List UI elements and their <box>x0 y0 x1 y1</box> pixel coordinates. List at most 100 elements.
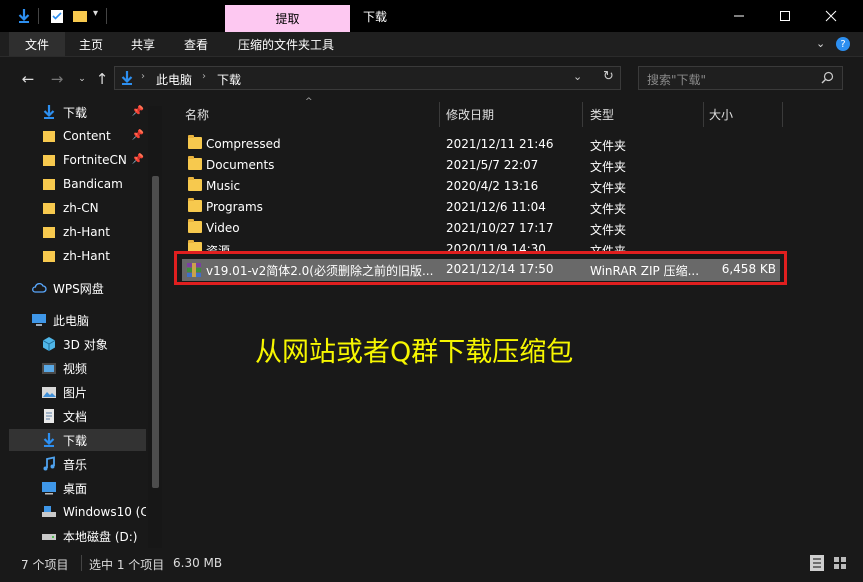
file-date: 2021/12/11 21:46 <box>446 137 554 151</box>
file-date: 2021/12/6 11:04 <box>446 200 546 214</box>
sidebar-item-bandicam[interactable]: Bandicam <box>9 173 146 195</box>
folder-icon <box>43 179 55 190</box>
details-view-icon[interactable] <box>810 555 824 571</box>
status-selected-size: 6.30 MB <box>173 556 223 570</box>
breadcrumb-this-pc[interactable]: 此电脑 <box>156 71 192 88</box>
sidebar-item-music[interactable]: 音乐 <box>9 453 146 475</box>
sidebar-item-label: 下载 <box>63 105 88 120</box>
details-view-lines-icon <box>813 558 821 568</box>
pin-icon: 📌 <box>131 154 144 165</box>
folder-icon <box>188 135 202 149</box>
sidebar-item-zh-hant[interactable]: zh-Hant <box>9 221 146 243</box>
status-selected-count: 选中 1 个项目 <box>89 558 165 572</box>
overlay-caption: 从网站或者Q群下载压缩包 <box>255 337 574 368</box>
refresh-icon[interactable]: ↻ <box>603 69 614 84</box>
large-icons-view-icon[interactable] <box>832 555 848 571</box>
folder-icon <box>43 251 55 262</box>
maximize-button[interactable] <box>762 0 808 32</box>
column-divider[interactable] <box>703 102 704 127</box>
file-date: 2020/4/2 13:16 <box>446 179 539 193</box>
file-type: 文件夹 <box>590 223 627 237</box>
up-arrow-icon[interactable]: ↑ <box>92 70 112 88</box>
file-row-documents[interactable]: Documents 2021/5/7 22:07 文件夹 <box>182 155 782 176</box>
tab-compressed-folder-tools[interactable]: 压缩的文件夹工具 <box>230 32 342 56</box>
file-date: 2021/10/27 17:17 <box>446 221 554 235</box>
search-placeholder[interactable]: 搜索"下载" <box>647 71 706 88</box>
pin-icon: 📌 <box>131 106 144 117</box>
sidebar-item-label: zh-Hant <box>63 249 110 263</box>
cloud-icon <box>32 282 47 293</box>
forward-arrow-icon[interactable]: → <box>47 70 67 88</box>
column-divider[interactable] <box>439 102 440 127</box>
download-icon <box>43 433 55 447</box>
sidebar-item-this-pc[interactable]: 此电脑 <box>9 309 146 331</box>
sidebar-item-label: FortniteCN <box>63 153 127 167</box>
file-row-compressed[interactable]: Compressed 2021/12/11 21:46 文件夹 <box>182 134 782 155</box>
divider <box>38 8 39 24</box>
context-tab-extract[interactable]: 提取 <box>225 5 350 32</box>
column-header-name[interactable]: 名称 <box>185 102 438 127</box>
sidebar-item-downloads-selected[interactable]: 下载 <box>9 429 146 451</box>
recent-locations-chevron-icon[interactable]: ⌄ <box>72 70 92 88</box>
file-type: 文件夹 <box>590 202 627 216</box>
breadcrumb-downloads[interactable]: 下载 <box>217 71 241 88</box>
file-name: Compressed <box>206 137 281 151</box>
sidebar-item-3d-objects[interactable]: 3D 对象 <box>9 333 146 355</box>
minimize-icon <box>734 15 744 17</box>
folder-icon <box>188 156 202 170</box>
sidebar-item-zh-hant-2[interactable]: zh-Hant <box>9 245 146 267</box>
column-header-date[interactable]: 修改日期 <box>446 102 581 127</box>
file-type: 文件夹 <box>590 160 627 174</box>
minimize-button[interactable] <box>716 0 762 32</box>
large-icons-grid-icon <box>834 557 846 569</box>
folder-icon[interactable] <box>72 8 88 24</box>
sidebar-item-fortnitecn[interactable]: FortniteCN 📌 <box>9 149 146 171</box>
sidebar-item-label: 本地磁盘 (D:) <box>63 529 138 544</box>
tab-file[interactable]: 文件 <box>9 32 65 56</box>
down-arrow-icon[interactable] <box>16 8 32 24</box>
column-header-size[interactable]: 大小 <box>709 102 779 127</box>
sidebar-item-drive-d[interactable]: 本地磁盘 (D:) <box>9 525 146 547</box>
column-divider[interactable] <box>782 102 783 127</box>
address-dropdown-chevron-icon[interactable]: ⌄ <box>573 70 582 83</box>
sidebar-item-wps-drive[interactable]: WPS网盘 <box>9 277 146 299</box>
file-row-programs[interactable]: Programs 2021/12/6 11:04 文件夹 <box>182 197 782 218</box>
status-item-count: 7 个项目 <box>21 558 69 572</box>
3d-objects-icon <box>42 337 56 351</box>
folder-icon <box>43 155 55 166</box>
column-divider[interactable] <box>582 102 583 127</box>
sidebar-item-drive-c[interactable]: Windows10 (C: <box>9 501 146 523</box>
sidebar-item-content[interactable]: Content 📌 <box>9 125 146 147</box>
search-icon[interactable] <box>821 71 834 84</box>
close-button[interactable] <box>808 0 854 32</box>
divider <box>81 555 82 571</box>
sidebar-item-documents[interactable]: 文档 <box>9 405 146 427</box>
sidebar-item-label: 3D 对象 <box>63 337 108 352</box>
help-icon[interactable]: ? <box>836 37 850 51</box>
file-name: Documents <box>206 158 275 172</box>
tab-view[interactable]: 查看 <box>171 32 221 56</box>
folder-icon <box>188 177 202 191</box>
sidebar-item-label: Content <box>63 129 111 143</box>
sidebar-item-label: 桌面 <box>63 481 88 496</box>
file-name: Music <box>206 179 241 193</box>
checklist-icon[interactable] <box>49 8 65 24</box>
column-header-type[interactable]: 类型 <box>590 102 700 127</box>
pictures-icon <box>42 387 56 398</box>
dropdown-icon[interactable]: ▾ <box>93 8 98 19</box>
sidebar-item-pictures[interactable]: 图片 <box>9 381 146 403</box>
sidebar-item-desktop[interactable]: 桌面 <box>9 477 146 499</box>
tab-home[interactable]: 主页 <box>66 32 116 56</box>
tab-share[interactable]: 共享 <box>118 32 168 56</box>
sidebar-item-videos[interactable]: 视频 <box>9 357 146 379</box>
sidebar-item-zh-cn[interactable]: zh-CN <box>9 197 146 219</box>
divider <box>106 8 107 24</box>
ribbon-expand-chevron-icon[interactable]: ⌄ <box>816 37 825 50</box>
file-row-video[interactable]: Video 2021/10/27 17:17 文件夹 <box>182 218 782 239</box>
sidebar-scrollbar-thumb[interactable] <box>152 176 159 488</box>
folder-icon <box>43 203 55 214</box>
file-row-music[interactable]: Music 2020/4/2 13:16 文件夹 <box>182 176 782 197</box>
back-arrow-icon[interactable]: ← <box>18 70 38 88</box>
sidebar-item-downloads-pinned[interactable]: 下载 📌 <box>9 101 146 123</box>
breadcrumb-separator-icon: › <box>202 71 206 82</box>
